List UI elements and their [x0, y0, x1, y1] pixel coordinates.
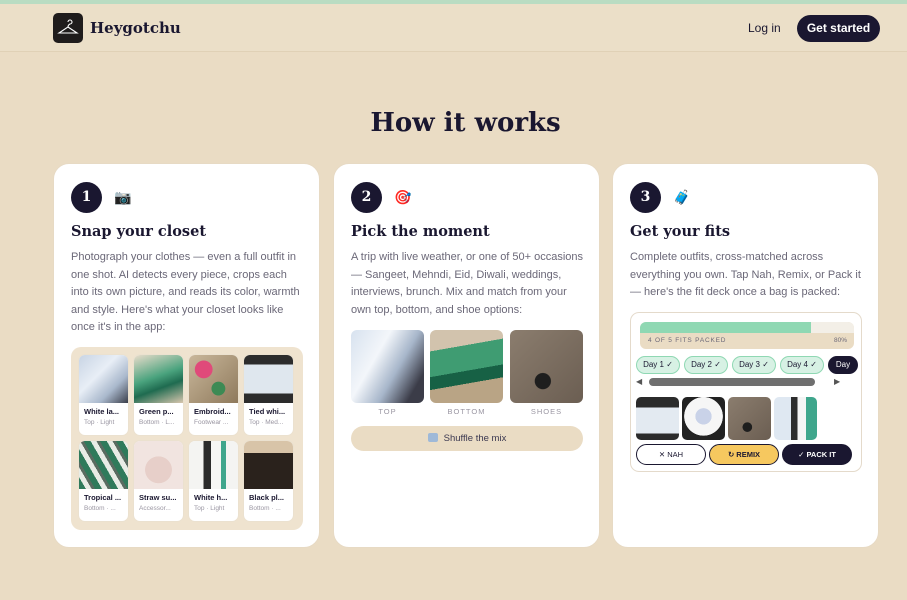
- item-name: Black pl...: [249, 493, 285, 502]
- shoes-option-photo[interactable]: [510, 330, 583, 403]
- progress-fill: [640, 322, 812, 333]
- card-description: Photograph your clothes — even a full ou…: [71, 251, 300, 333]
- remix-button[interactable]: ↻ REMIX: [709, 444, 779, 465]
- item-tag: Footwear ...: [194, 419, 229, 426]
- closet-item[interactable]: Green p... Bottom · L...: [134, 355, 183, 435]
- item-name: Straw su...: [139, 493, 177, 502]
- luggage-icon: 🧳: [673, 189, 691, 205]
- fit-photo: [682, 397, 725, 440]
- closet-item[interactable]: Straw su... Accessor...: [134, 441, 183, 521]
- progress-label: 4 OF 5 FITS PACKED: [648, 337, 727, 344]
- closet-grid: White la... Top · Light Green p... Botto…: [71, 347, 303, 530]
- item-name: Green p...: [139, 407, 174, 416]
- day-tab[interactable]: Day 4 ✓: [780, 356, 824, 374]
- step-number: 2: [351, 182, 382, 213]
- hanger-icon: [57, 19, 79, 34]
- day-tab[interactable]: Day 1 ✓: [636, 356, 680, 374]
- shuffle-icon: [427, 433, 438, 442]
- scroll-left-arrow[interactable]: ◀: [636, 377, 642, 386]
- fit-photo: [728, 397, 771, 440]
- bottom-label: BOTTOM: [447, 407, 486, 416]
- login-link[interactable]: Log in: [748, 21, 781, 35]
- shoes-label: SHOES: [530, 407, 563, 416]
- day-tab-active[interactable]: Day: [828, 356, 858, 374]
- packing-progress: 4 OF 5 FITS PACKED 80%: [640, 322, 854, 349]
- progress-percent: 80%: [833, 337, 847, 344]
- item-photo: [189, 441, 238, 489]
- closet-item[interactable]: Embroid... Footwear ...: [189, 355, 238, 435]
- nah-button[interactable]: ✕ NAH: [636, 444, 706, 465]
- item-photo: [79, 355, 128, 403]
- day-tab[interactable]: Day 3 ✓: [732, 356, 776, 374]
- item-tag: Bottom · ...: [84, 505, 116, 512]
- item-name: Tied whi...: [249, 407, 286, 416]
- item-tag: Top · Light: [84, 419, 115, 426]
- step-card-snap: 1 📷 Snap your closet Photograph your clo…: [53, 163, 320, 548]
- brand-logo[interactable]: [53, 13, 83, 43]
- card-description: Complete outfits, cross-matched across e…: [630, 251, 861, 298]
- item-photo: [189, 355, 238, 403]
- fit-photo: [774, 397, 817, 440]
- item-tag: Top · Light: [194, 505, 225, 512]
- top-option-photo[interactable]: [351, 330, 424, 403]
- item-photo: [134, 355, 183, 403]
- closet-item[interactable]: White la... Top · Light: [79, 355, 128, 435]
- item-photo: [244, 355, 293, 403]
- closet-item[interactable]: Tropical ... Bottom · ...: [79, 441, 128, 521]
- bottom-option-photo[interactable]: [430, 330, 503, 403]
- card-description: A trip with live weather, or one of 50+ …: [351, 251, 584, 316]
- item-name: Embroid...: [194, 407, 231, 416]
- item-photo: [79, 441, 128, 489]
- day-tab[interactable]: Day 2 ✓: [684, 356, 728, 374]
- item-tag: Bottom · ...: [249, 505, 281, 512]
- closet-item[interactable]: Black pl... Bottom · ...: [244, 441, 293, 521]
- top-nav: Heygotchu Log in Get started: [0, 4, 907, 52]
- scroll-right-arrow[interactable]: ▶: [834, 377, 840, 386]
- top-label: TOP: [378, 407, 397, 416]
- closet-item[interactable]: Tied whi... Top · Med...: [244, 355, 293, 435]
- section-heading: How it works: [370, 108, 561, 138]
- shuffle-button[interactable]: Shuffle the mix: [351, 426, 583, 451]
- closet-item[interactable]: White h... Top · Light: [189, 441, 238, 521]
- target-icon: 🎯: [394, 189, 412, 205]
- shuffle-label: Shuffle the mix: [443, 433, 507, 444]
- item-name: Tropical ...: [84, 493, 122, 502]
- step-number: 1: [71, 182, 102, 213]
- item-tag: Accessor...: [139, 505, 171, 512]
- item-name: White la...: [84, 407, 120, 416]
- card-title: Snap your closet: [71, 223, 207, 240]
- item-photo: [244, 441, 293, 489]
- item-photo: [134, 441, 183, 489]
- item-name: White h...: [194, 493, 228, 502]
- brand-name[interactable]: Heygotchu: [90, 19, 181, 37]
- horizontal-scrollbar[interactable]: [649, 378, 815, 386]
- step-card-fits: 3 🧳 Get your fits Complete outfits, cros…: [612, 163, 879, 548]
- get-started-button[interactable]: Get started: [797, 15, 880, 42]
- item-tag: Bottom · L...: [139, 419, 175, 426]
- pack-it-button[interactable]: ✓ PACK IT: [782, 444, 852, 465]
- step-number: 3: [630, 182, 661, 213]
- card-title: Pick the moment: [351, 223, 490, 240]
- fit-deck: 4 OF 5 FITS PACKED 80% Day 1 ✓ Day 2 ✓ D…: [630, 312, 862, 472]
- fit-photo: [636, 397, 679, 440]
- step-card-pick: 2 🎯 Pick the moment A trip with live wea…: [333, 163, 600, 548]
- camera-icon: 📷: [114, 189, 132, 205]
- item-tag: Top · Med...: [249, 419, 284, 426]
- card-title: Get your fits: [630, 223, 731, 240]
